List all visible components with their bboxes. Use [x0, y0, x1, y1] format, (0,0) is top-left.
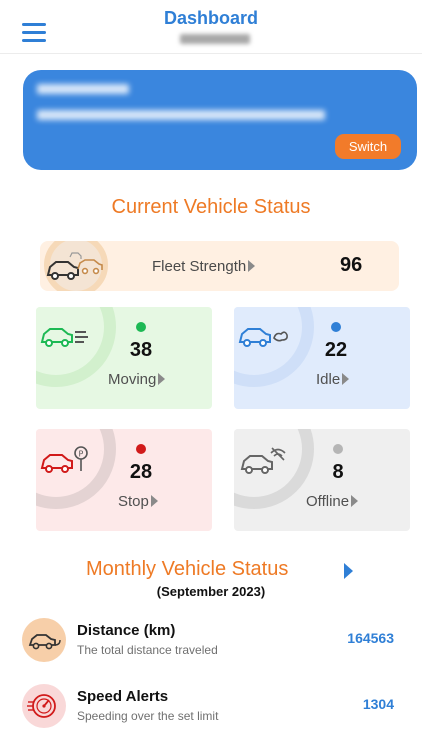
- stop-count: 28: [129, 461, 153, 483]
- moving-label: Moving: [108, 371, 166, 388]
- offline-car-icon: [240, 447, 286, 474]
- current-status-title: Current Vehicle Status: [111, 196, 311, 218]
- distance-metric-value: 164563: [347, 630, 394, 646]
- stop-status-dot: [136, 444, 146, 454]
- svg-text:P: P: [79, 450, 84, 459]
- speedometer-icon: [22, 684, 66, 728]
- moving-count: 38: [129, 339, 153, 361]
- moving-status-card[interactable]: 38 Moving: [36, 307, 212, 409]
- offline-status-dot: [333, 444, 343, 454]
- speed-alerts-metric-row[interactable]: Speed Alerts Speeding over the set limit…: [22, 684, 402, 730]
- idle-status-dot: [331, 322, 341, 332]
- distance-metric-description: The total distance traveled: [77, 643, 218, 657]
- account-card: Switch: [23, 70, 417, 170]
- idle-count: 22: [324, 339, 348, 361]
- speed-alerts-metric-name: Speed Alerts: [77, 688, 169, 705]
- stop-label: Stop: [118, 493, 158, 510]
- speed-alerts-metric-value: 1304: [362, 696, 394, 712]
- distance-metric-row[interactable]: Distance (km) The total distance travele…: [22, 618, 402, 664]
- switch-account-button[interactable]: Switch: [335, 134, 401, 159]
- car-distance-icon: [22, 618, 66, 662]
- speed-alerts-metric-description: Speeding over the set limit: [77, 709, 219, 723]
- idle-status-card[interactable]: 22 Idle: [234, 307, 410, 409]
- app-header: Dashboard: [0, 0, 422, 54]
- idle-car-icon: [238, 328, 288, 347]
- offline-status-card[interactable]: 8 Offline: [234, 429, 410, 531]
- fleet-strength-card[interactable]: Fleet Strength 96: [40, 241, 399, 291]
- offline-count: 8: [332, 461, 344, 483]
- page-title: Dashboard: [163, 8, 259, 28]
- account-details-redacted: [37, 110, 325, 120]
- stop-car-icon: P: [40, 446, 88, 473]
- moving-car-icon: [40, 328, 88, 347]
- fleet-strength-value: 96: [340, 254, 363, 276]
- fleet-cars-icon: [46, 252, 103, 280]
- fleet-strength-label: Fleet Strength: [152, 258, 256, 275]
- moving-status-dot: [136, 322, 146, 332]
- stop-status-card[interactable]: P 28 Stop: [36, 429, 212, 531]
- account-name-redacted: [37, 84, 129, 94]
- account-subtitle-redacted: [180, 34, 250, 44]
- monthly-status-title: Monthly Vehicle Status: [86, 558, 289, 580]
- monthly-status-arrow-icon[interactable]: [344, 563, 353, 579]
- distance-metric-name: Distance (km): [77, 622, 176, 639]
- offline-label: Offline: [306, 493, 359, 510]
- idle-label: Idle: [316, 371, 350, 388]
- monthly-period: (September 2023): [156, 584, 266, 599]
